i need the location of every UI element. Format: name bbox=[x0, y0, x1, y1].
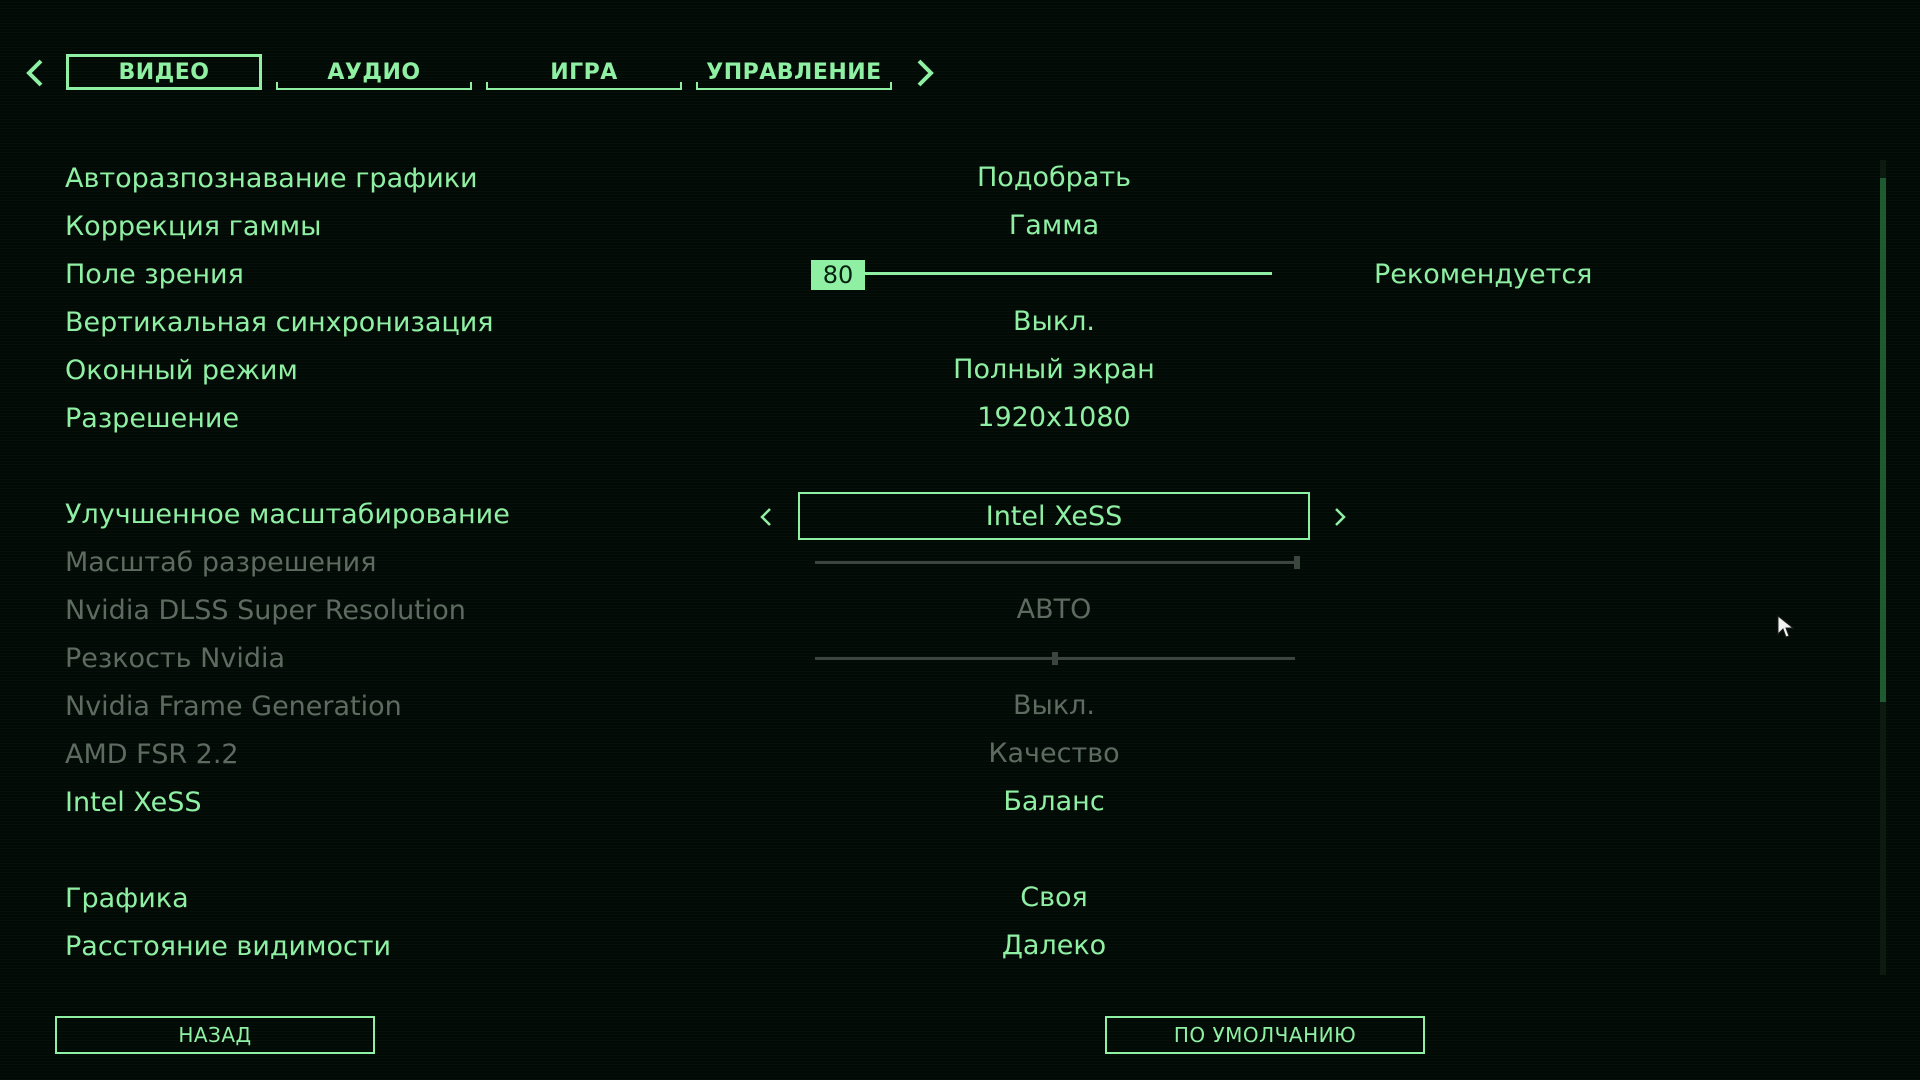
setting-label-gamma[interactable]: Коррекция гаммы bbox=[65, 209, 321, 245]
back-button[interactable]: НАЗАД bbox=[55, 1016, 375, 1054]
setting-label-window-mode[interactable]: Оконный режим bbox=[65, 353, 298, 389]
setting-label-frame-generation: Nvidia Frame Generation bbox=[65, 691, 402, 722]
upscaling-next-arrow[interactable] bbox=[1320, 497, 1360, 537]
fov-slider-handle[interactable]: 80 bbox=[811, 260, 865, 290]
resolution-scale-slider-handle bbox=[1294, 556, 1300, 569]
setting-label-nvidia-sharpness: Резкость Nvidia bbox=[65, 643, 286, 674]
setting-label-vsync[interactable]: Вертикальная синхронизация bbox=[65, 305, 494, 341]
setting-value-dlss: АВТО bbox=[1016, 594, 1092, 625]
defaults-button[interactable]: ПО УМОЛЧАНИЮ bbox=[1105, 1016, 1425, 1054]
setting-value-intel-xess[interactable]: Баланс bbox=[854, 784, 1254, 820]
setting-label-resolution-scale: Масштаб разрешения bbox=[65, 547, 377, 578]
chevron-right-icon bbox=[1335, 508, 1346, 526]
upscaling-prev-arrow[interactable] bbox=[746, 497, 786, 537]
scrollbar-thumb[interactable] bbox=[1880, 178, 1886, 702]
setting-value-graphics-preset[interactable]: Своя bbox=[854, 880, 1254, 916]
tab-video[interactable]: ВИДЕО bbox=[66, 54, 262, 90]
setting-label-upscaling[interactable]: Улучшенное масштабирование bbox=[65, 497, 510, 533]
setting-label-intel-xess[interactable]: Intel XeSS bbox=[65, 785, 202, 821]
nvidia-sharpness-slider-handle bbox=[1052, 652, 1058, 665]
setting-value-window-mode[interactable]: Полный экран bbox=[854, 352, 1254, 388]
prev-tab-arrow[interactable] bbox=[14, 53, 54, 93]
next-tab-arrow[interactable] bbox=[906, 53, 946, 93]
chevron-left-icon bbox=[26, 59, 43, 87]
setting-label-graphics-preset[interactable]: Графика bbox=[65, 881, 189, 917]
setting-label-amd-fsr: AMD FSR 2.2 bbox=[65, 739, 239, 770]
tab-controls[interactable]: УПРАВЛЕНИЕ bbox=[696, 54, 892, 90]
setting-label-resolution[interactable]: Разрешение bbox=[65, 401, 239, 437]
setting-label-fov[interactable]: Поле зрения bbox=[65, 257, 244, 293]
setting-value-resolution[interactable]: 1920x1080 bbox=[854, 400, 1254, 436]
setting-value-auto-detect[interactable]: Подобрать bbox=[854, 160, 1254, 196]
fov-slider-track[interactable] bbox=[865, 272, 1272, 275]
resolution-scale-slider-track bbox=[815, 561, 1300, 564]
setting-value-frame-generation: Выкл. bbox=[1013, 690, 1095, 721]
setting-label-auto-detect[interactable]: Авторазпознавание графики bbox=[65, 161, 478, 197]
setting-value-vsync[interactable]: Выкл. bbox=[854, 304, 1254, 340]
tab-audio[interactable]: АУДИО bbox=[276, 54, 472, 90]
chevron-right-icon bbox=[917, 59, 934, 87]
upscaling-selector[interactable]: Intel XeSS bbox=[798, 492, 1310, 540]
fov-recommended-label: Рекомендуется bbox=[1374, 259, 1593, 290]
tab-game[interactable]: ИГРА bbox=[486, 54, 682, 90]
chevron-left-icon bbox=[760, 508, 771, 526]
setting-value-amd-fsr: Качество bbox=[988, 738, 1120, 769]
setting-value-gamma[interactable]: Гамма bbox=[854, 208, 1254, 244]
setting-value-view-distance[interactable]: Далеко bbox=[854, 928, 1254, 964]
setting-label-view-distance[interactable]: Расстояние видимости bbox=[65, 929, 391, 965]
setting-label-dlss: Nvidia DLSS Super Resolution bbox=[65, 595, 466, 626]
mouse-cursor-icon bbox=[1776, 614, 1798, 644]
